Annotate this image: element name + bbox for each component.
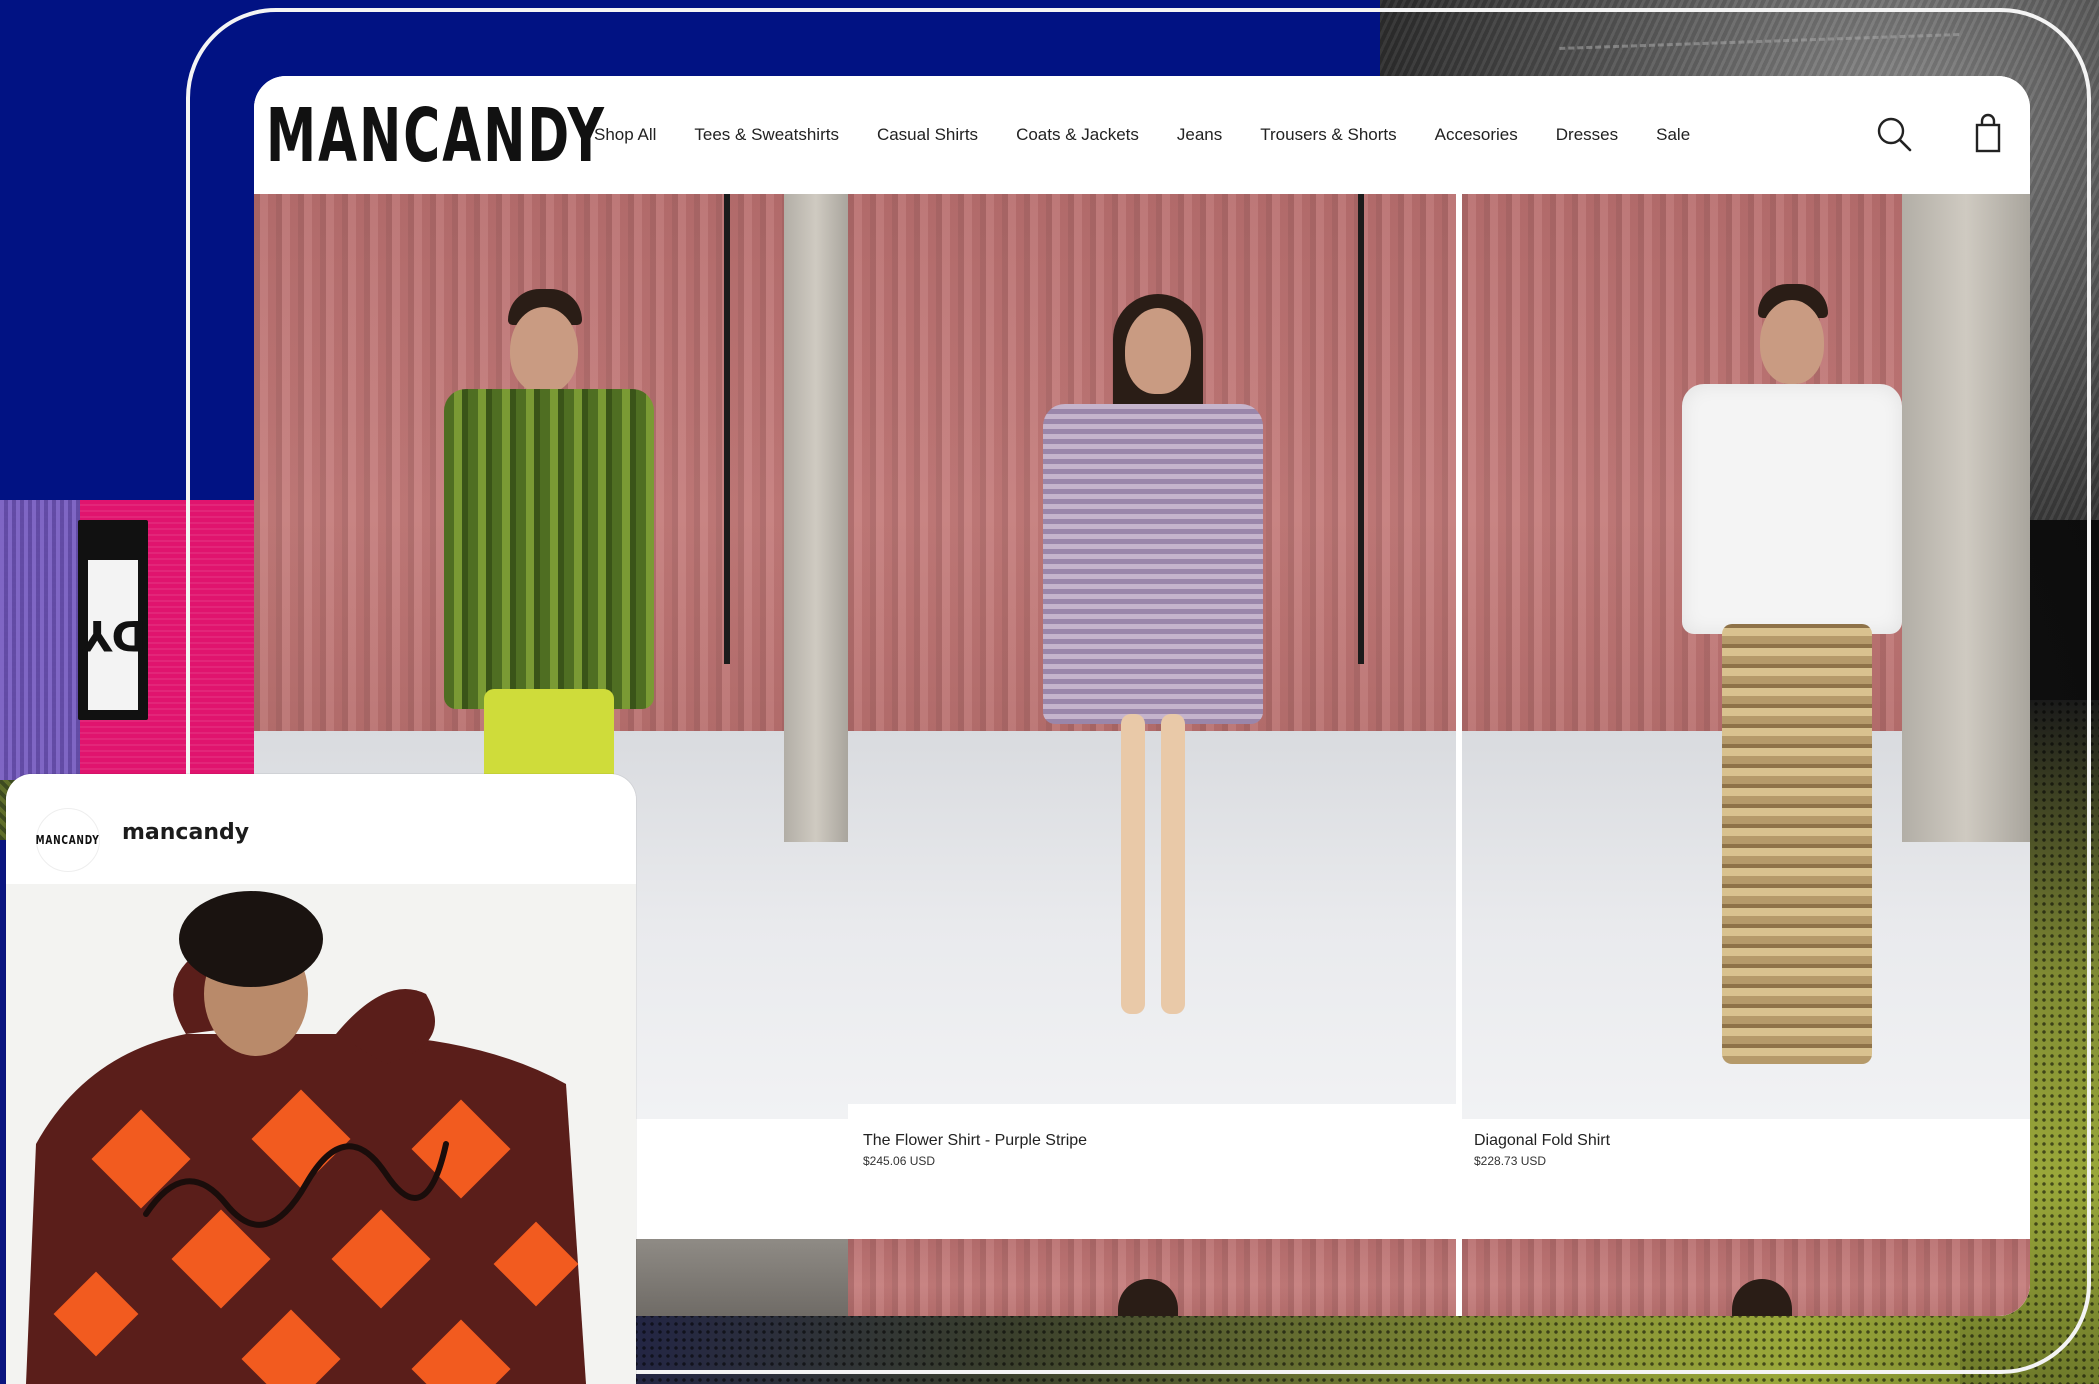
background-garment-tag-label: DY [80,560,146,710]
product-tile[interactable] [848,194,1456,1119]
brand-logo[interactable]: MANCANDY [266,90,606,182]
garment-tag-text: DY [79,610,147,660]
light-stand [1358,194,1364,664]
avatar[interactable]: MANCANDY [36,808,100,872]
nav-item-casual-shirts[interactable]: Casual Shirts [877,125,978,145]
nav-item-coats-jackets[interactable]: Coats & Jackets [1016,125,1139,145]
site-header: MANCANDY Shop All Tees & Sweatshirts Cas… [254,76,2030,194]
instagram-handle[interactable]: mancandy [122,820,249,845]
product-tile[interactable] [1462,194,2030,1119]
main-navigation: Shop All Tees & Sweatshirts Casual Shirt… [594,76,1728,194]
nav-item-jeans[interactable]: Jeans [1177,125,1222,145]
instagram-post-card: MANCANDY mancandy [6,774,636,1384]
search-icon[interactable] [1872,112,1916,156]
shopping-bag-icon[interactable] [1966,112,2010,156]
nav-item-dresses[interactable]: Dresses [1556,125,1618,145]
nav-item-accesories[interactable]: Accesories [1435,125,1518,145]
nav-item-shop-all[interactable]: Shop All [594,125,656,145]
runway-pillar [784,194,848,842]
runway-model-image [1033,294,1273,1104]
product-caption[interactable]: The Flower Shirt - Purple Stripe $245.06… [848,1119,1456,1174]
product-price: $228.73 USD [1474,1154,1547,1168]
nav-item-tees-sweatshirts[interactable]: Tees & Sweatshirts [694,125,839,145]
product-caption[interactable]: Diagonal Fold Shirt $228.73 USD [1462,1119,2030,1174]
background-knit-fabric [0,500,80,800]
nav-item-sale[interactable]: Sale [1656,125,1690,145]
product-title[interactable]: The Flower Shirt - Purple Stripe [863,1131,1087,1151]
nav-item-trousers-shorts[interactable]: Trousers & Shorts [1260,125,1396,145]
instagram-post-header: MANCANDY mancandy [6,774,636,884]
product-title[interactable]: Diagonal Fold Shirt [1474,1131,1610,1151]
product-price: $245.06 USD [863,1154,936,1168]
product-tile[interactable] [848,1239,1456,1316]
instagram-post-image [6,884,636,1384]
avatar-logo-text: MANCANDY [36,833,100,847]
product-tile[interactable] [1462,1239,2030,1316]
runway-model-image [1662,284,1922,1114]
light-stand [724,194,730,664]
